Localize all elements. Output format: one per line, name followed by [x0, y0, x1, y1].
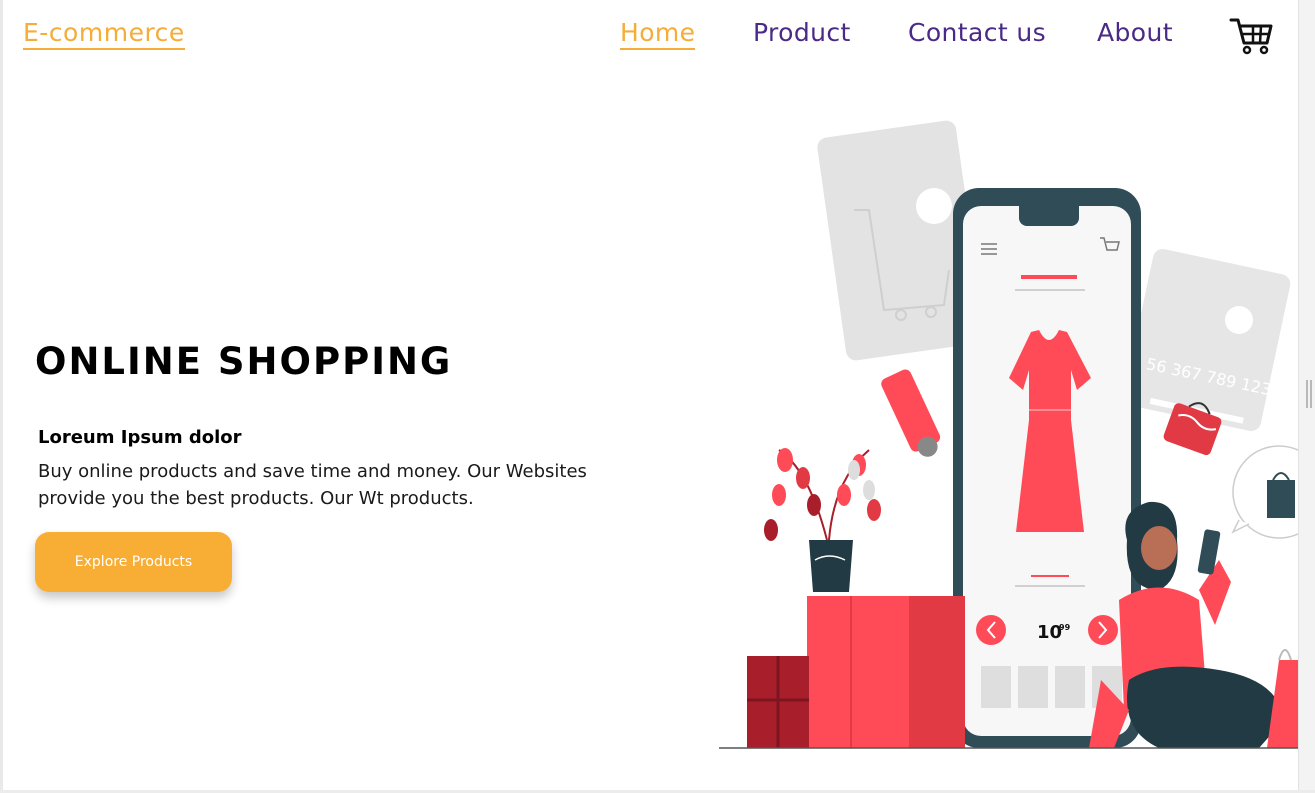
price-cents-text: 99: [1059, 623, 1071, 632]
plant-illustration: [764, 448, 881, 592]
gift-boxes: [747, 596, 965, 748]
speech-bubble-bag: [1231, 445, 1301, 539]
shopping-illustration: 56 367 789 123 10 99: [719, 120, 1301, 749]
sock-icon: [881, 369, 941, 457]
grey-card-front: 56 367 789 123: [1123, 249, 1291, 431]
scrollbar-grip[interactable]: [1306, 380, 1308, 408]
hero-title: ONLINE SHOPPING: [35, 340, 453, 383]
nav-home[interactable]: Home: [620, 18, 696, 50]
nav-about[interactable]: About: [1097, 18, 1173, 48]
hero-subtitle: Loreum Ipsum dolor: [38, 427, 242, 448]
phone-mockup: 10 99: [953, 188, 1141, 748]
scrollbar-grip-secondary[interactable]: [1310, 380, 1312, 408]
nav-product[interactable]: Product: [753, 18, 851, 48]
cart-icon[interactable]: [1229, 16, 1273, 56]
explore-products-button[interactable]: Explore Products: [35, 532, 232, 592]
nav-contact-us[interactable]: Contact us: [908, 18, 1046, 48]
hero-description: Buy online products and save time and mo…: [38, 461, 587, 509]
brand-logo-link[interactable]: E-commerce: [23, 18, 185, 50]
page: E-commerce Home Product Contact us About…: [3, 0, 1301, 793]
